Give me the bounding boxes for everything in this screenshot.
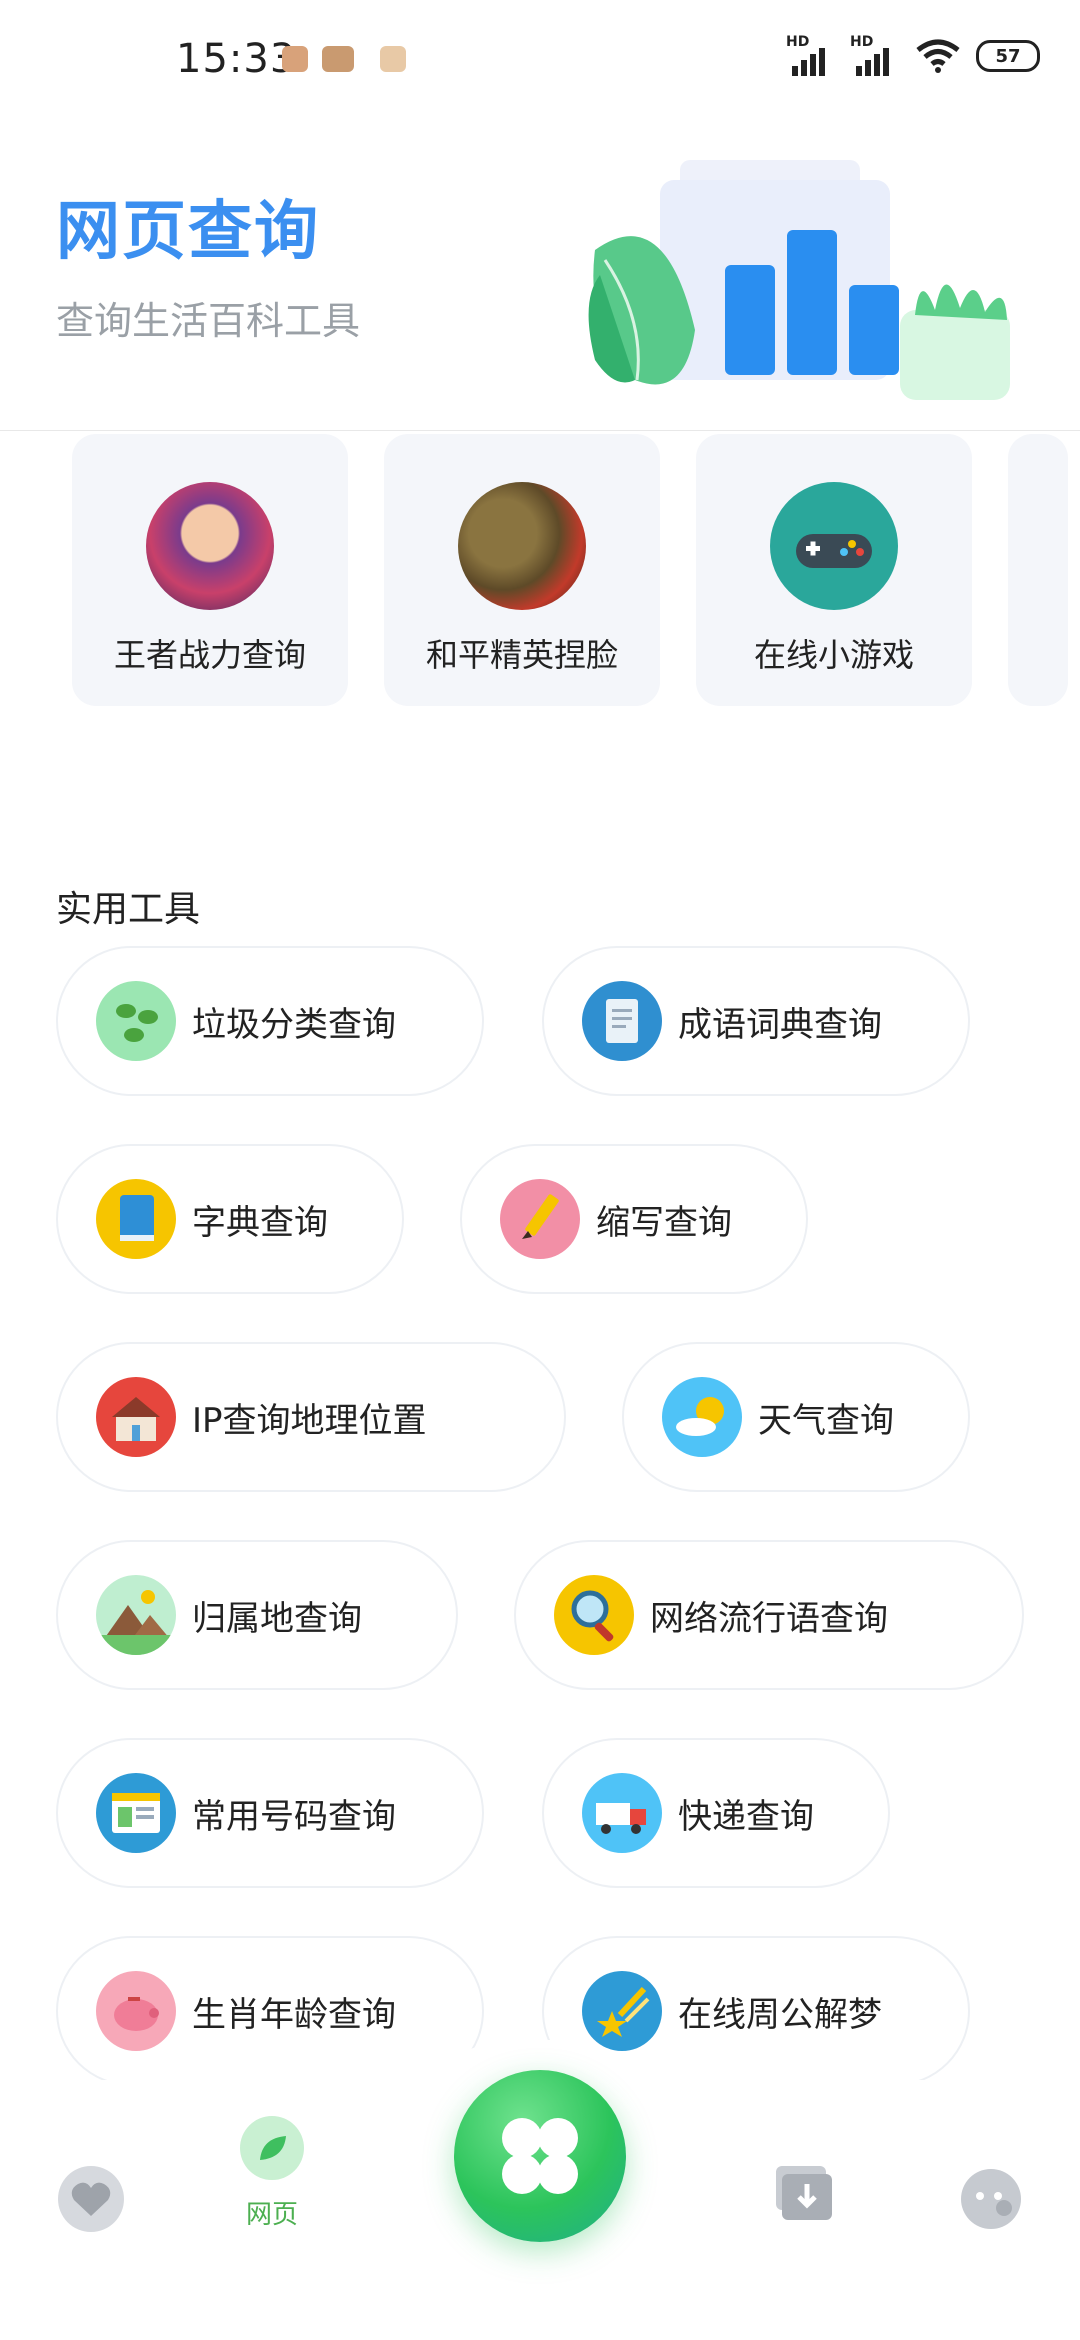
tool-ip-location[interactable]: IP查询地理位置 [56,1342,566,1492]
tool-label: 网络流行语查询 [650,1598,888,1639]
tool-label: 成语词典查询 [678,1004,882,1045]
clover-icon [502,2118,578,2194]
notification-app-icon-3 [380,46,406,72]
tool-label: 归属地查询 [192,1598,362,1639]
battery-indicator: 57 [976,40,1040,72]
nav-profile[interactable] [958,2164,1024,2230]
mountain-icon [96,1575,176,1655]
page-header: 网页查询 查询生活百科工具 [0,120,1080,431]
tool-express-delivery[interactable]: 快递查询 [542,1738,890,1888]
page-subtitle: 查询生活百科工具 [56,299,361,343]
page-title: 网页查询 [56,195,320,269]
nav-favorites[interactable] [56,2164,126,2234]
card-label: 王者战力查询 [113,636,306,674]
wifi-icon [916,39,960,73]
gamepad-icon [770,482,898,610]
pencil-icon [500,1179,580,1259]
game-soldier-avatar-icon [458,482,586,610]
heart-icon [58,2166,124,2232]
signal-icon-2: HD [850,34,900,76]
mascot-face-icon [961,2169,1021,2229]
card-peacekeeper-elite[interactable]: 和平精英捏脸 [384,434,660,706]
card-label: 在线小游戏 [753,636,914,674]
card-label: 和平精英捏脸 [425,636,618,674]
leaf-icon [240,2116,304,2180]
tool-label: 缩写查询 [596,1202,732,1243]
nav-web[interactable]: 网页 [220,2116,324,2246]
shooting-star-icon [582,1971,662,2051]
tool-garbage-classification[interactable]: 垃圾分类查询 [56,946,484,1096]
tool-label: IP查询地理位置 [192,1400,427,1441]
signal-icon: HD [786,34,836,76]
magnifier-icon [554,1575,634,1655]
bottom-navigation: 网页 [0,2040,1080,2340]
leaves-icon [96,981,176,1061]
nav-downloads[interactable] [772,2160,838,2226]
notification-app-icon-2 [322,46,354,72]
tool-label: 常用号码查询 [192,1796,396,1837]
tool-label: 字典查询 [192,1202,328,1243]
card-partial-next[interactable] [1008,434,1068,706]
card-online-games[interactable]: 在线小游戏 [696,434,972,706]
tool-label: 快递查询 [678,1796,814,1837]
tool-label: 在线周公解梦 [678,1994,882,2035]
game-hero-avatar-icon [146,482,274,610]
tool-common-numbers[interactable]: 常用号码查询 [56,1738,484,1888]
document-icon [582,981,662,1061]
tool-label: 垃圾分类查询 [192,1004,396,1045]
book-icon [96,1179,176,1259]
tool-label: 天气查询 [758,1400,894,1441]
status-time: 15:33 [176,36,297,82]
status-bar: 15:33 HD HD 57 [0,0,1080,120]
section-title-tools: 实用工具 [56,889,201,930]
tool-weather[interactable]: 天气查询 [622,1342,970,1492]
truck-icon [582,1773,662,1853]
tool-label: 生肖年龄查询 [192,1994,396,2035]
bar-chart-plant-illustration [588,160,1010,400]
nav-web-label: 网页 [245,2200,298,2230]
browser-icon [96,1773,176,1853]
piggy-bank-icon [96,1971,176,2051]
notification-app-icon-1 [282,46,308,72]
card-honor-of-kings[interactable]: 王者战力查询 [72,434,348,706]
tool-attribution[interactable]: 归属地查询 [56,1540,458,1690]
weather-icon [662,1377,742,1457]
status-indicators: HD HD 57 [786,34,1040,76]
tool-zodiac-age[interactable]: 生肖年龄查询 [56,1936,484,2086]
download-box-icon [776,2166,832,2220]
tool-idiom-dictionary[interactable]: 成语词典查询 [542,946,970,1096]
house-icon [96,1377,176,1457]
tool-abbreviation[interactable]: 缩写查询 [460,1144,808,1294]
tool-internet-slang[interactable]: 网络流行语查询 [514,1540,1024,1690]
center-clover-button[interactable] [454,2070,626,2242]
tool-dictionary[interactable]: 字典查询 [56,1144,404,1294]
game-cards-row: 王者战力查询 和平精英捏脸 在线小游戏 [72,434,1080,706]
